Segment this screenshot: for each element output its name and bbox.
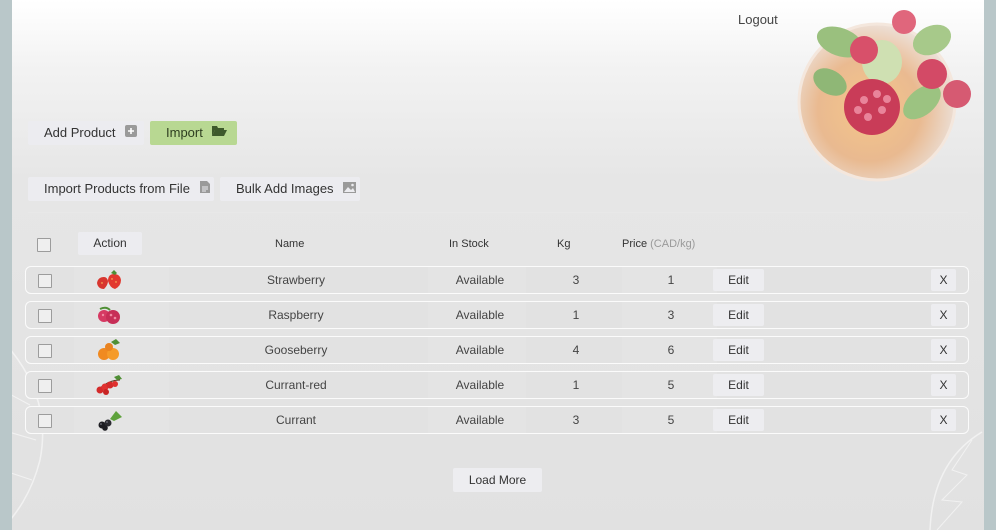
add-product-button[interactable]: Add Product <box>28 121 144 145</box>
logout-link[interactable]: Logout <box>738 12 778 27</box>
in-stock-column-header: In Stock <box>449 238 489 250</box>
kg-column-header: Kg <box>557 238 571 250</box>
delete-button[interactable]: X <box>931 409 956 431</box>
edit-button[interactable]: Edit <box>713 269 764 291</box>
edit-button[interactable]: Edit <box>713 374 764 396</box>
kg-value: 1 <box>572 308 580 322</box>
stock-status: Available <box>455 273 505 287</box>
row-checkbox[interactable] <box>38 379 52 393</box>
price-unit-label: (CAD/kg) <box>650 238 696 250</box>
import-products-file-button[interactable]: Import Products from File <box>28 177 214 201</box>
bulk-add-images-button[interactable]: Bulk Add Images <box>220 177 360 201</box>
page: Logout Add Product Import Import Product… <box>12 0 984 530</box>
kg-value: 3 <box>572 273 580 287</box>
row-checkbox[interactable] <box>38 274 52 288</box>
delete-button[interactable]: X <box>931 339 956 361</box>
delete-button[interactable]: X <box>931 304 956 326</box>
table-row: Strawberry Available 3 1 Edit X <box>25 266 969 294</box>
row-checkbox[interactable] <box>38 344 52 358</box>
product-name: Currant <box>275 413 316 427</box>
stock-status: Available <box>455 343 505 357</box>
edit-button[interactable]: Edit <box>713 339 764 361</box>
raspberry-icon <box>94 304 124 326</box>
gooseberry-icon <box>94 339 124 361</box>
product-name: Raspberry <box>268 308 324 322</box>
stock-status: Available <box>455 378 505 392</box>
kg-value: 4 <box>572 343 580 357</box>
table-row: Raspberry Available 1 3 Edit X <box>25 301 969 329</box>
stock-status: Available <box>455 413 505 427</box>
price-value: 5 <box>667 378 675 392</box>
product-name: Currant-red <box>265 378 327 392</box>
select-all-checkbox[interactable] <box>37 238 51 252</box>
price-value: 3 <box>667 308 675 322</box>
product-name: Gooseberry <box>264 343 328 357</box>
delete-button[interactable]: X <box>931 269 956 291</box>
price-value: 1 <box>667 273 675 287</box>
folder-open-icon <box>212 121 228 145</box>
add-product-label: Add Product <box>44 125 116 140</box>
price-value: 5 <box>667 413 675 427</box>
delete-button[interactable]: X <box>931 374 956 396</box>
load-more-button[interactable]: Load More <box>453 468 542 492</box>
price-column-header: Price (CAD/kg) <box>622 238 695 250</box>
import-file-label: Import Products from File <box>44 181 190 196</box>
bulk-images-label: Bulk Add Images <box>236 181 334 196</box>
product-name: Strawberry <box>266 273 325 287</box>
row-checkbox[interactable] <box>38 414 52 428</box>
file-icon <box>199 177 210 201</box>
plus-square-icon <box>125 121 138 145</box>
divider <box>28 212 968 213</box>
import-label: Import <box>166 125 203 140</box>
row-checkbox[interactable] <box>38 309 52 323</box>
image-icon <box>343 177 357 201</box>
edit-button[interactable]: Edit <box>713 304 764 326</box>
leaf-decoration-right <box>929 431 983 530</box>
edit-button[interactable]: Edit <box>713 409 764 431</box>
berry-logo <box>797 10 971 182</box>
table-row: Currant-red Available 1 5 Edit X <box>25 371 969 399</box>
kg-value: 1 <box>572 378 580 392</box>
table-row: Gooseberry Available 4 6 Edit X <box>25 336 969 364</box>
black-currant-icon <box>94 409 124 431</box>
red-currant-icon <box>94 374 124 396</box>
strawberry-icon <box>94 269 124 291</box>
stock-status: Available <box>455 308 505 322</box>
import-button[interactable]: Import <box>150 121 237 145</box>
price-header-label: Price <box>622 238 648 250</box>
price-value: 6 <box>667 343 675 357</box>
table-row: Currant Available 3 5 Edit X <box>25 406 969 434</box>
action-column-header: Action <box>78 232 142 255</box>
kg-value: 3 <box>572 413 580 427</box>
name-column-header: Name <box>275 238 305 250</box>
